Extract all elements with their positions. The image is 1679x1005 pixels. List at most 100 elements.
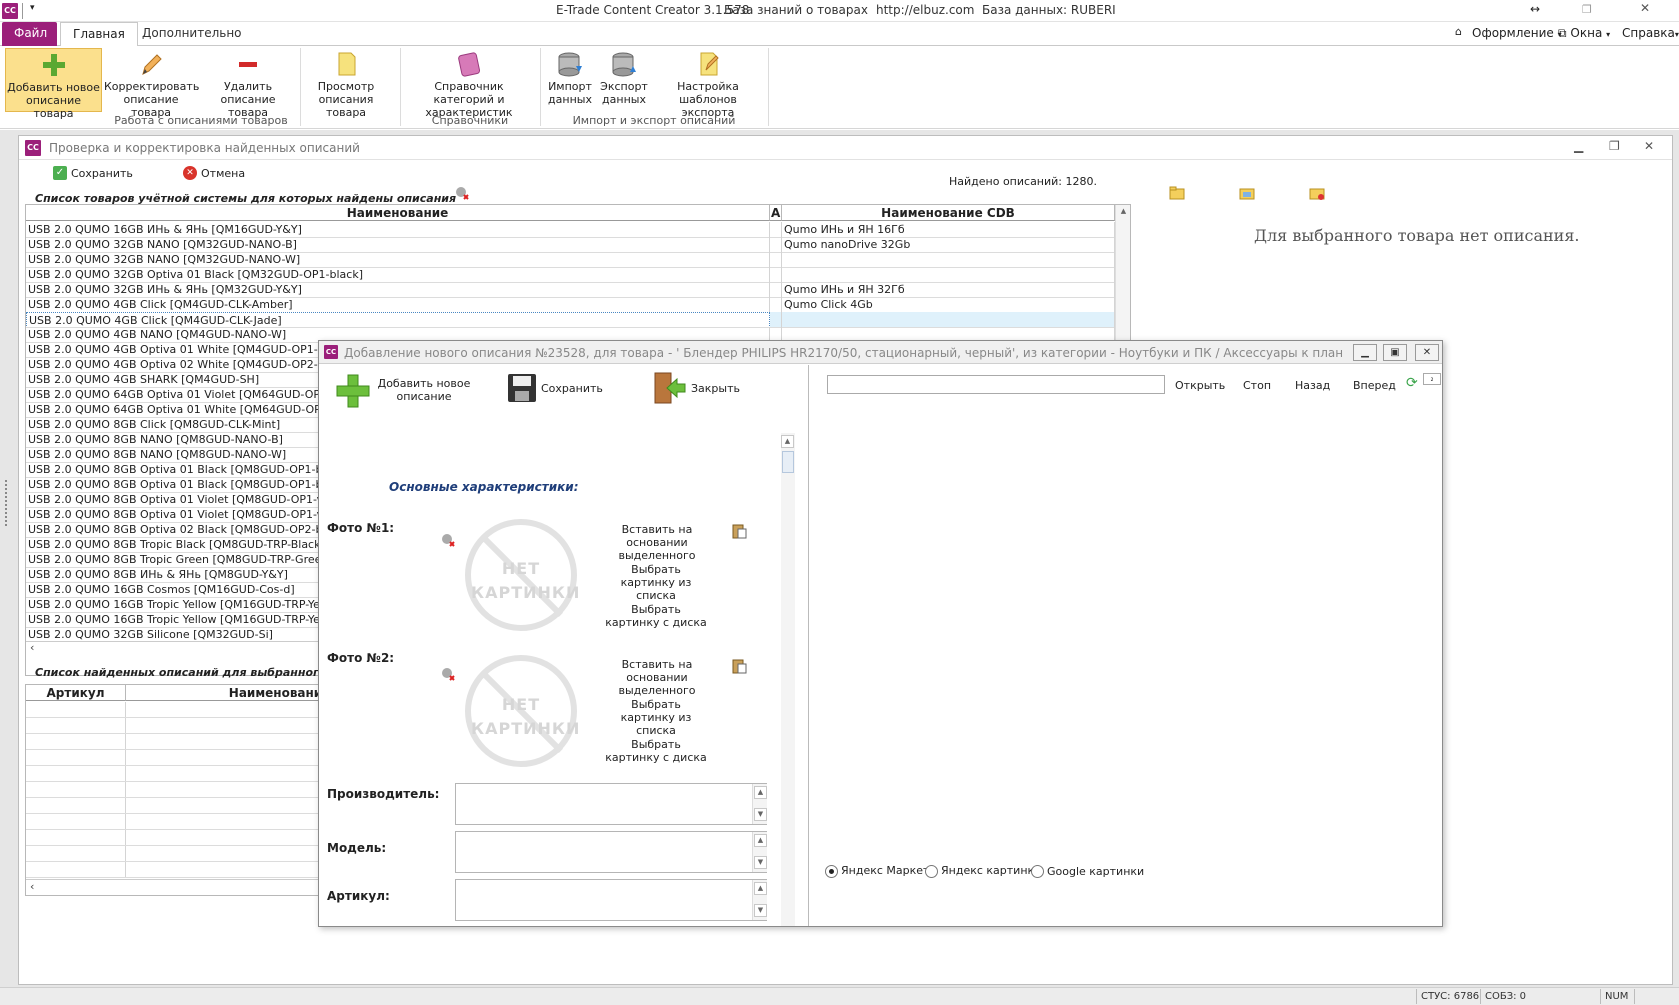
export-data-button[interactable]: Экспорт данных: [598, 48, 650, 112]
chevron-down-icon[interactable]: ▼: [754, 904, 767, 917]
paste-from-selection-link[interactable]: Вставить на основании выделенного: [601, 658, 713, 697]
table-cell[interactable]: [26, 798, 126, 813]
table-cell[interactable]: [26, 750, 126, 765]
add-new-description-label[interactable]: Добавить новое описание: [373, 377, 475, 403]
cell-name[interactable]: USB 2.0 QUMO 32GB NANO [QM32GUD-NANO-B]: [26, 237, 770, 252]
view-description-button[interactable]: Просмотр описания товара: [298, 48, 394, 119]
source-yandex-images-radio[interactable]: [925, 865, 938, 878]
dialog-minimize-button[interactable]: ▁: [1353, 344, 1377, 361]
chevron-down-icon[interactable]: ▼: [754, 808, 767, 821]
restore-icon[interactable]: ❐: [1609, 139, 1620, 153]
table-row[interactable]: USB 2.0 QUMO 32GB NANO [QM32GUD-NANO-B] Q…: [26, 237, 1115, 253]
source-yandex-market-label[interactable]: Яндекс Маркет: [841, 864, 929, 877]
back-button[interactable]: Назад: [1295, 379, 1330, 392]
field-scrollbar[interactable]: ▲ ▼: [752, 784, 767, 824]
chevron-up-icon[interactable]: ▲: [754, 882, 767, 895]
splitter-handle[interactable]: [2, 480, 10, 526]
source-yandex-images-label[interactable]: Яндекс картинки: [941, 864, 1041, 877]
cell-name[interactable]: USB 2.0 QUMO 32GB Optiva 01 Black [QM32G…: [26, 267, 770, 282]
table-cell[interactable]: [26, 782, 126, 797]
knowledge-base-link[interactable]: База знаний о товарах: [724, 3, 868, 17]
cell-cdb-name[interactable]: Qumo Click 4Gb: [782, 297, 1115, 312]
clear-photo-icon[interactable]: [441, 667, 455, 681]
table-cell[interactable]: [26, 814, 126, 829]
pick-from-list-link[interactable]: Выбрать картинку из списка: [605, 698, 707, 737]
floppy-disk-icon[interactable]: [507, 373, 537, 403]
add-description-button[interactable]: Добавить новое описание товара: [5, 48, 102, 120]
chevron-up-icon[interactable]: ▲: [781, 435, 794, 448]
collapse-ribbon-icon[interactable]: ⌂: [1455, 25, 1462, 38]
cell-a[interactable]: [770, 267, 782, 282]
dialog-save-button[interactable]: Сохранить: [541, 382, 603, 395]
close-window-icon[interactable]: ✕: [1640, 1, 1650, 15]
table-row[interactable]: USB 2.0 QUMO 4GB Click [QM4GUD-CLK-Jade]: [26, 312, 1115, 328]
folder-delete-icon[interactable]: [1309, 185, 1325, 201]
qat-dropdown-icon[interactable]: ▾: [30, 3, 35, 13]
scrollbar-thumb[interactable]: [782, 451, 794, 473]
cell-cdb-name[interactable]: Qumo ИНь и ЯН 16Гб: [782, 222, 1115, 237]
chevron-down-icon[interactable]: ▼: [754, 856, 767, 869]
pick-from-disk-link[interactable]: Выбрать картинку с диска: [605, 603, 707, 629]
clear-photo-icon[interactable]: [441, 533, 455, 547]
chevron-up-icon[interactable]: ▲: [754, 786, 767, 799]
cell-name[interactable]: USB 2.0 QUMO 32GB NANO [QM32GUD-NANO-W]: [26, 252, 770, 267]
cell-cdb-name[interactable]: [782, 252, 1115, 267]
panel-scrollbar[interactable]: ▲: [781, 433, 795, 926]
url-input[interactable]: [827, 375, 1165, 394]
cell-name[interactable]: USB 2.0 QUMO 4GB Click [QM4GUD-CLK-Amber…: [26, 297, 770, 312]
close-icon[interactable]: ✕: [1644, 139, 1654, 153]
delete-description-button[interactable]: Удалить описание товара: [200, 48, 296, 119]
cell-a[interactable]: [770, 297, 782, 312]
chevron-left-icon[interactable]: ‹: [30, 880, 34, 893]
open-button[interactable]: Открыть: [1175, 379, 1225, 392]
tab-extra[interactable]: Дополнительно: [130, 22, 254, 46]
dialog-close-button[interactable]: ✕: [1415, 344, 1439, 361]
dialog-maximize-button[interactable]: ▣: [1383, 344, 1407, 361]
column-header-cdb-name[interactable]: Наименование CDB: [782, 205, 1115, 221]
manufacturer-field[interactable]: ▲ ▼: [455, 783, 767, 825]
table-row[interactable]: USB 2.0 QUMO 32GB ИНь & ЯНь [QM32GUD-Y&Y…: [26, 282, 1115, 298]
website-link[interactable]: http://elbuz.com: [876, 3, 974, 17]
chevron-left-icon[interactable]: ‹: [30, 641, 34, 654]
source-google-images-radio[interactable]: [1031, 865, 1044, 878]
table-row[interactable]: USB 2.0 QUMO 4GB Click [QM4GUD-CLK-Amber…: [26, 297, 1115, 313]
clear-filter-icon[interactable]: [455, 186, 469, 200]
folder-copy-icon[interactable]: [1239, 185, 1255, 201]
pick-from-list-link[interactable]: Выбрать картинку из списка: [605, 563, 707, 602]
paste-from-selection-link[interactable]: Вставить на основании выделенного: [601, 523, 713, 562]
table-row[interactable]: USB 2.0 QUMO 32GB NANO [QM32GUD-NANO-W]: [26, 252, 1115, 268]
table-cell[interactable]: [26, 830, 126, 845]
column-header-article[interactable]: Артикул: [26, 685, 126, 701]
app-icon[interactable]: CC: [2, 3, 18, 19]
dropdown-toggle[interactable]: ₂: [1423, 373, 1441, 385]
menu-windows[interactable]: ⧉ Окна ▾: [1558, 26, 1610, 41]
pick-from-disk-link[interactable]: Выбрать картинку с диска: [605, 738, 707, 764]
restore-window-icon[interactable]: ❐: [1582, 3, 1592, 16]
cell-a[interactable]: [770, 312, 782, 327]
cell-cdb-name[interactable]: [782, 267, 1115, 282]
column-header-name[interactable]: Наименование: [26, 205, 770, 221]
cell-a[interactable]: [770, 252, 782, 267]
cell-a[interactable]: [770, 237, 782, 252]
edit-description-button[interactable]: Корректировать описание товара: [104, 48, 199, 119]
menu-help[interactable]: Справка▾: [1622, 26, 1679, 40]
clipboard-paste-icon[interactable]: [731, 658, 747, 674]
field-scrollbar[interactable]: ▲ ▼: [752, 880, 767, 920]
cell-a[interactable]: [770, 282, 782, 297]
cell-name[interactable]: USB 2.0 QUMO 16GB ИНь & ЯНь [QM16GUD-Y&Y…: [26, 222, 770, 237]
export-templates-button[interactable]: Настройка шаблонов экспорта: [654, 48, 762, 119]
cell-a[interactable]: [770, 222, 782, 237]
model-field[interactable]: ▲ ▼: [455, 831, 767, 873]
table-cell[interactable]: [26, 846, 126, 861]
table-row[interactable]: USB 2.0 QUMO 32GB Optiva 01 Black [QM32G…: [26, 267, 1115, 283]
dictionary-button[interactable]: Справочник категорий и характеристик: [405, 48, 533, 119]
stop-button[interactable]: Стоп: [1243, 379, 1271, 392]
folder-open-icon[interactable]: [1169, 185, 1185, 201]
resize-icon[interactable]: ↔: [1530, 2, 1540, 16]
menu-design[interactable]: Оформление ▾: [1472, 26, 1562, 40]
tab-home[interactable]: Главная: [60, 22, 138, 47]
table-cell[interactable]: [26, 718, 126, 733]
table-cell[interactable]: [26, 702, 126, 717]
chevron-up-icon[interactable]: ▲: [1117, 206, 1130, 219]
cell-name[interactable]: USB 2.0 QUMO 32GB ИНь & ЯНь [QM32GUD-Y&Y…: [26, 282, 770, 297]
